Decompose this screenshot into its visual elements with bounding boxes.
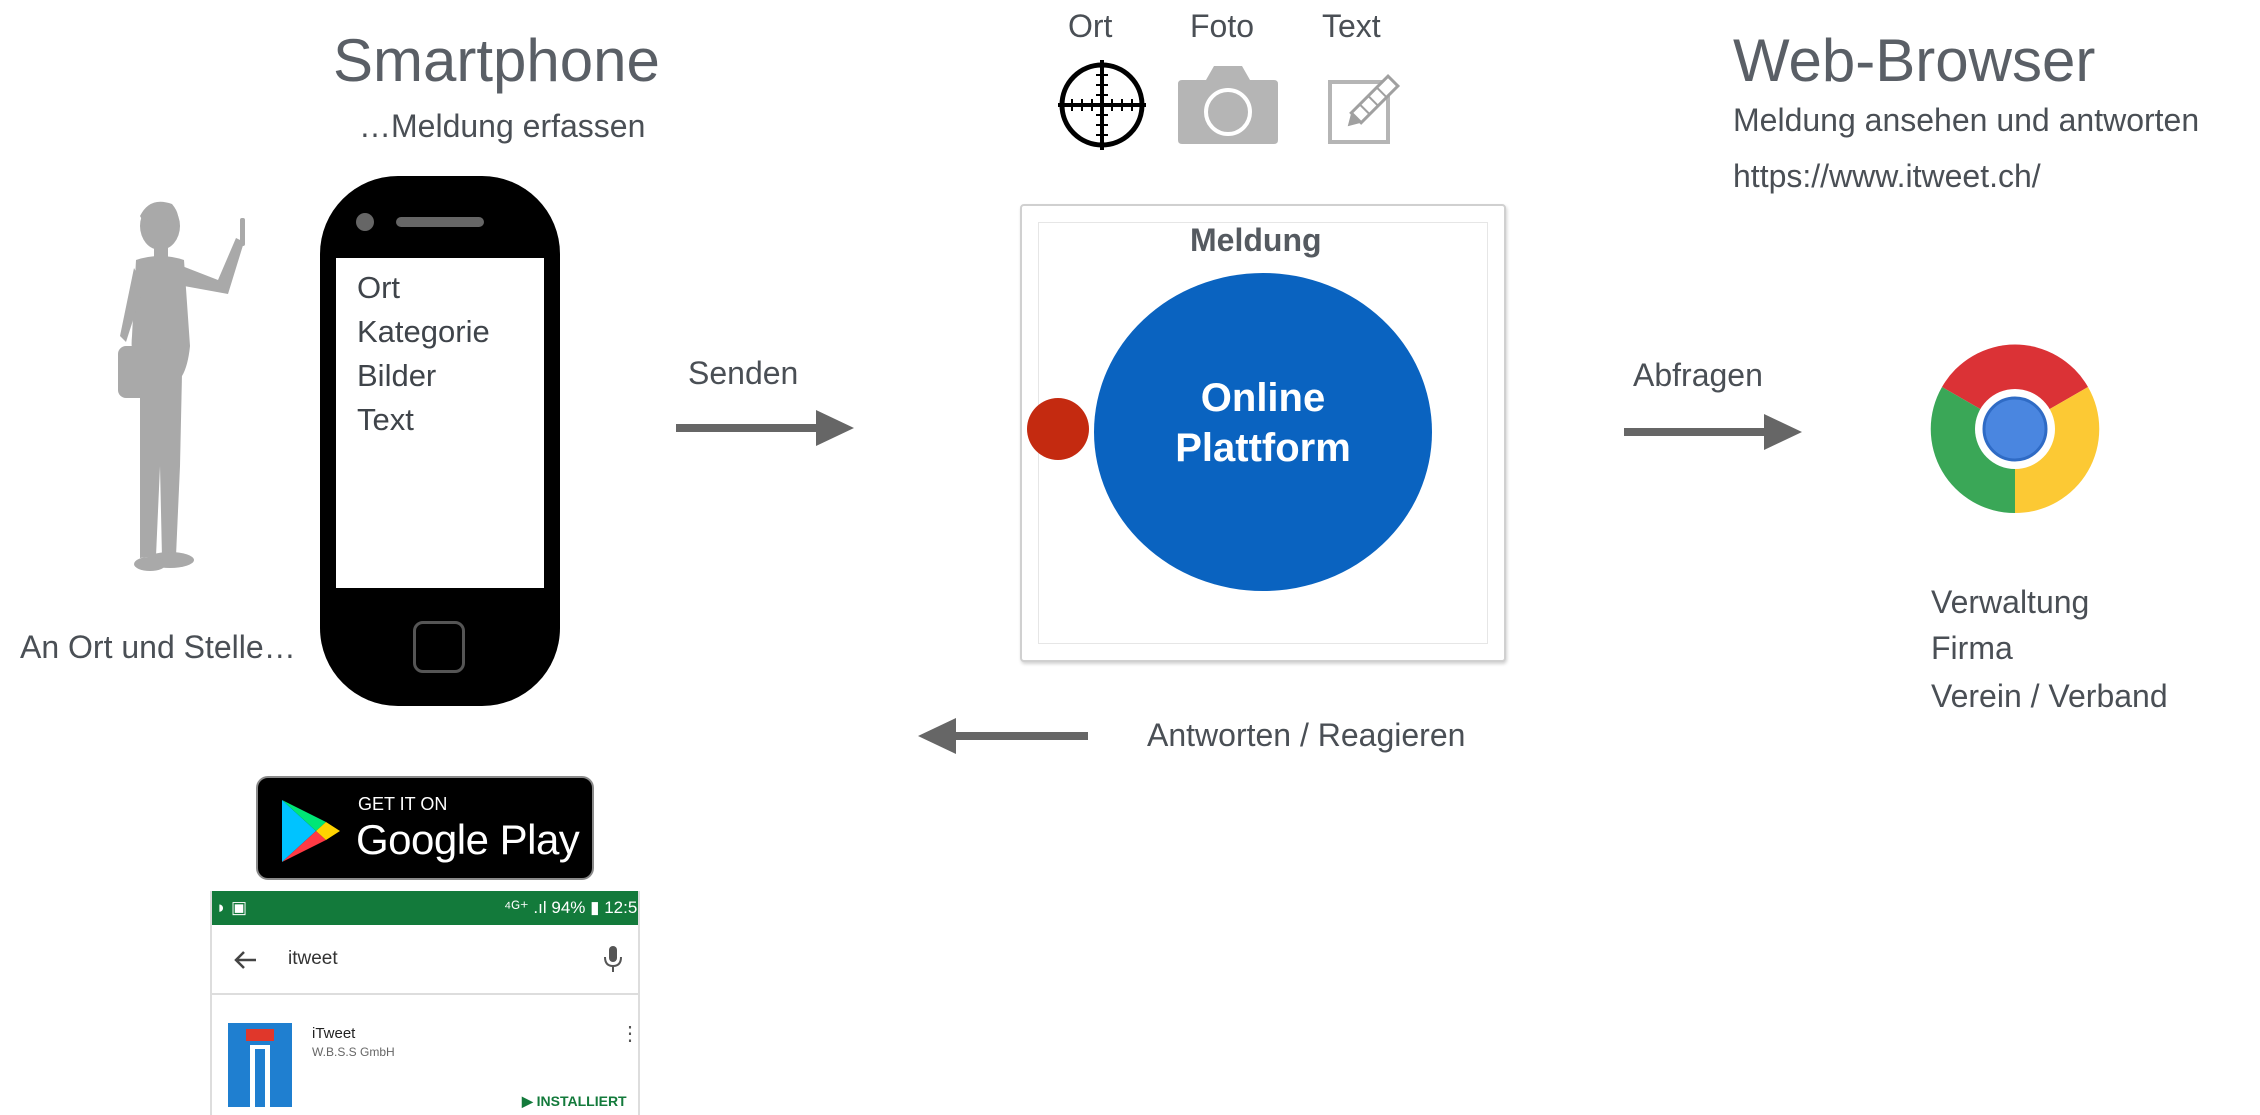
query-arrow (1624, 414, 1802, 450)
platform-circle: Online Plattform (1094, 273, 1432, 591)
crosshair-icon (1058, 60, 1146, 150)
red-dot-marker (1027, 398, 1089, 460)
send-arrow (676, 410, 854, 446)
chrome-icon (1930, 344, 2100, 514)
status-text: ⁴ᴳ⁺ .ıl 94% ▮ 12:5 (504, 898, 638, 917)
input-label-ort: Ort (1068, 8, 1113, 44)
google-play-big: Google Play (356, 816, 580, 863)
itweet-app-icon (228, 1023, 292, 1107)
respond-arrow (918, 718, 1088, 754)
user-verwaltung: Verwaltung (1931, 584, 2090, 620)
input-label-text: Text (1322, 8, 1381, 44)
platform-title: Meldung (1190, 222, 1322, 258)
platform-circle-line1: Online (1200, 376, 1326, 420)
phone-line-ort: Ort (357, 270, 401, 305)
app-developer: W.B.S.S GmbH (312, 1045, 395, 1059)
phone-line-bilder: Bilder (357, 358, 437, 393)
person-icon (118, 201, 245, 571)
phone-line-kategorie: Kategorie (357, 314, 490, 349)
browser-url[interactable]: https://www.itweet.ch/ (1733, 158, 2041, 195)
play-store-status-bar: ◗ ▣ ⁴ᴳ⁺ .ıl 94% ▮ 12:5 (212, 891, 638, 925)
mic-icon[interactable] (604, 945, 622, 973)
installed-status: ▶ INSTALLIERT (522, 1093, 627, 1109)
phone-mockup: Ort Kategorie Bilder Text (320, 176, 560, 706)
user-verein: Verein / Verband (1931, 678, 2168, 714)
smartphone-subtitle: …Meldung erfassen (359, 108, 646, 144)
smartphone-title: Smartphone (333, 27, 660, 94)
browser-title: Web-Browser (1733, 27, 2096, 94)
input-label-foto: Foto (1190, 8, 1255, 44)
app-name: iTweet (312, 1025, 356, 1042)
browser-subtitle: Meldung ansehen und antworten (1733, 102, 2200, 138)
edit-icon (1328, 73, 1401, 144)
send-label: Senden (688, 355, 799, 391)
person-caption: An Ort und Stelle… (20, 629, 296, 665)
camera-icon (1178, 66, 1278, 144)
phone-speaker (396, 217, 484, 227)
respond-label: Antworten / Reagieren (1147, 717, 1466, 753)
google-play-icon (282, 800, 340, 862)
phone-screen: Ort Kategorie Bilder Text (336, 258, 544, 588)
status-left-icons: ◗ ▣ (216, 898, 248, 917)
google-play-badge[interactable]: GET IT ON Google Play (256, 776, 594, 880)
phone-home-button (413, 621, 465, 673)
search-query[interactable]: itweet (288, 948, 338, 970)
query-label: Abfragen (1633, 357, 1763, 393)
phone-camera (356, 213, 374, 231)
more-options-icon[interactable]: ⋮ (620, 1021, 638, 1046)
google-play-small: GET IT ON (358, 794, 448, 814)
platform-circle-line2: Plattform (1175, 426, 1351, 470)
play-store-search-row[interactable]: itweet (212, 925, 638, 995)
back-arrow-icon[interactable] (234, 949, 258, 971)
app-list-item[interactable]: iTweet W.B.S.S GmbH ⋮ ▶ INSTALLIERT (212, 995, 638, 1115)
play-store-screenshot: ◗ ▣ ⁴ᴳ⁺ .ıl 94% ▮ 12:5 itweet iTweet W.B… (210, 891, 640, 1115)
phone-line-text: Text (357, 402, 414, 437)
user-firma: Firma (1931, 630, 2013, 666)
